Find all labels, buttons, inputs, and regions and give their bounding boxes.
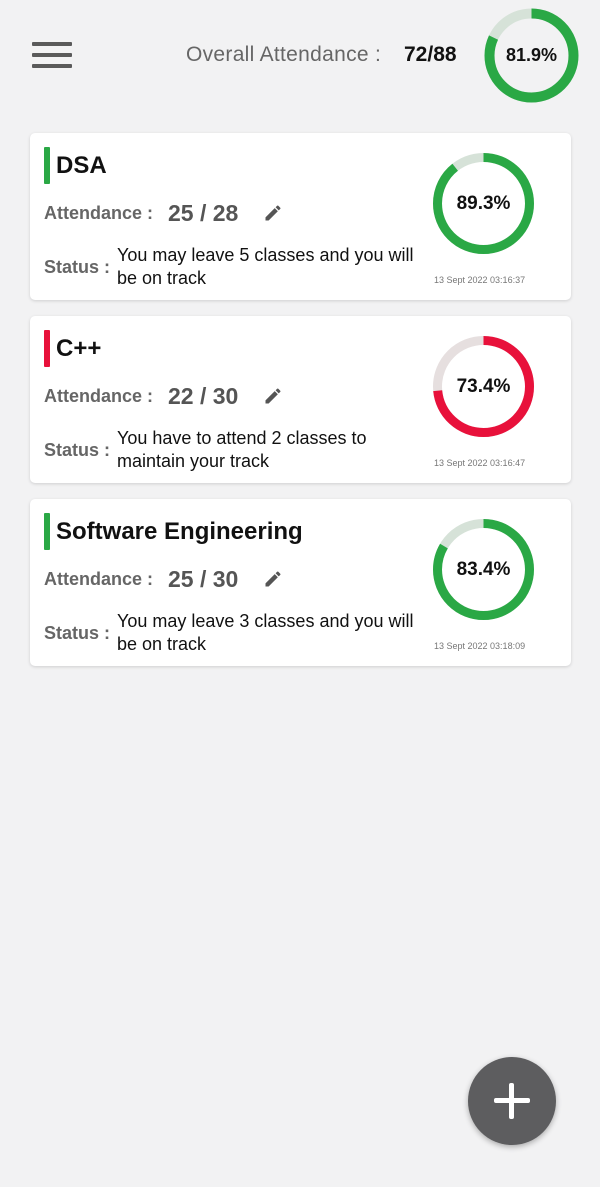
subject-title: Software Engineering: [56, 518, 303, 545]
subject-card-software-engineering[interactable]: Software Engineering Attendance : 25 / 3…: [30, 499, 571, 666]
status-label: Status :: [44, 440, 111, 460]
subject-percent: 83.4%: [456, 558, 511, 580]
status-text: You may leave 5 classes and you will be …: [117, 245, 414, 288]
status-text: You may leave 3 classes and you will be …: [117, 611, 414, 654]
pencil-edit-icon[interactable]: [263, 203, 283, 223]
attendance-label: Attendance :: [44, 386, 154, 406]
app-header: Overall Attendance : 72/88 81.9%: [0, 0, 600, 110]
subject-attendance-ring: 89.3%: [431, 151, 536, 256]
overall-attendance-ring: 81.9%: [483, 7, 580, 104]
overall-attendance-label: Overall Attendance :: [186, 43, 382, 66]
subject-attendance-ring: 73.4%: [431, 334, 536, 439]
menu-bar-middle: [32, 53, 72, 57]
status-text: You have to attend 2 classes to maintain…: [117, 428, 367, 471]
updated-timestamp: 13 Sept 2022 03:16:37: [434, 275, 526, 285]
attendance-value: 25 / 30: [168, 566, 239, 592]
subject-attendance-ring: 83.4%: [431, 517, 536, 622]
subject-accent-bar: [44, 513, 50, 550]
updated-timestamp: 13 Sept 2022 03:16:47: [434, 458, 526, 468]
pencil-edit-icon[interactable]: [263, 569, 283, 589]
overall-percent: 81.9%: [505, 45, 558, 65]
subject-percent: 89.3%: [456, 192, 511, 214]
pencil-edit-icon[interactable]: [263, 386, 283, 406]
subject-accent-bar: [44, 147, 50, 184]
subject-card-dsa[interactable]: DSA Attendance : 25 / 28 Status : You ma…: [30, 133, 571, 300]
subject-accent-bar: [44, 330, 50, 367]
status-label: Status :: [44, 257, 111, 277]
subject-percent: 73.4%: [456, 375, 511, 397]
overall-attendance-value: 72/88: [404, 43, 457, 66]
subject-title: C++: [56, 335, 102, 362]
plus-icon-vertical: [509, 1083, 514, 1119]
attendance-value: 22 / 30: [168, 383, 239, 409]
attendance-label: Attendance :: [44, 569, 154, 589]
attendance-value: 25 / 28: [168, 200, 239, 226]
subject-title: DSA: [56, 152, 107, 179]
attendance-label: Attendance :: [44, 203, 154, 223]
menu-bar-bottom: [32, 64, 72, 68]
menu-bar-top: [32, 42, 72, 46]
status-label: Status :: [44, 623, 111, 643]
subject-card-cpp[interactable]: C++ Attendance : 22 / 30 Status : You ha…: [30, 316, 571, 483]
add-subject-button[interactable]: [468, 1057, 556, 1145]
updated-timestamp: 13 Sept 2022 03:18:09: [434, 641, 526, 651]
hamburger-menu-icon[interactable]: [30, 40, 74, 72]
